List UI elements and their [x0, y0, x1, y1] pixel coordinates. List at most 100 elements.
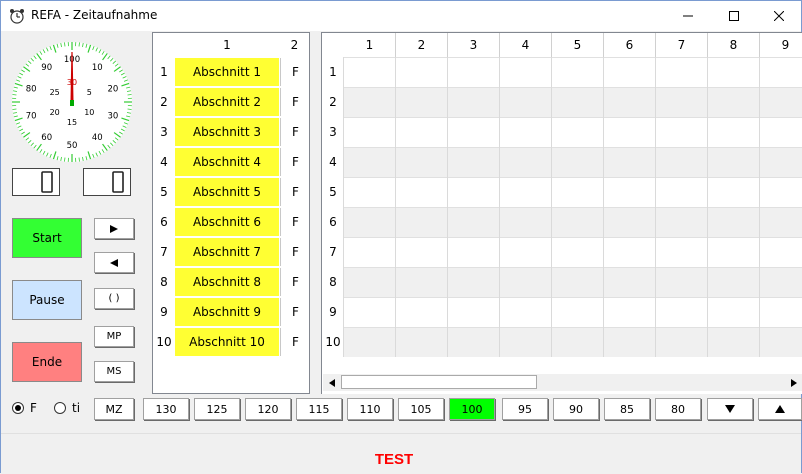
- time-grid-row[interactable]: [344, 237, 802, 267]
- pause-button[interactable]: Pause: [12, 280, 82, 320]
- dial-tick: [128, 94, 132, 95]
- f-cell[interactable]: F: [280, 88, 310, 116]
- up-button[interactable]: [758, 398, 802, 420]
- maximize-button[interactable]: [711, 1, 757, 31]
- section-label-cell[interactable]: Abschnitt 7: [175, 238, 279, 266]
- f-cell[interactable]: F: [280, 208, 310, 236]
- minutes-display: [12, 168, 60, 196]
- time-grid-row[interactable]: [344, 147, 802, 177]
- time-grid-row[interactable]: [344, 57, 802, 87]
- row-number: 9: [153, 298, 175, 326]
- time-grid-row[interactable]: [344, 267, 802, 297]
- rating-button-130[interactable]: 130: [143, 398, 189, 420]
- section-label-cell[interactable]: Abschnitt 10: [175, 328, 279, 356]
- time-grid: 12345678912345678910: [321, 32, 802, 394]
- end-button[interactable]: Ende: [12, 342, 82, 382]
- section-label-cell[interactable]: Abschnitt 2: [175, 88, 279, 116]
- dial-tick: [79, 42, 80, 46]
- dial-outer-label: 40: [92, 133, 103, 143]
- radio-f-label: F: [30, 401, 37, 415]
- row-number: 8: [153, 268, 175, 296]
- parens-button[interactable]: ( ): [94, 288, 134, 309]
- rating-button-95[interactable]: 95: [502, 398, 548, 420]
- section-label-cell[interactable]: Abschnitt 5: [175, 178, 279, 206]
- rating-button-100[interactable]: 100: [449, 398, 495, 420]
- time-column-header: 8: [708, 33, 760, 57]
- radio-ti-circle[interactable]: [54, 402, 66, 414]
- f-cell[interactable]: F: [280, 238, 310, 266]
- triangle-down-icon: [725, 405, 735, 413]
- f-cell[interactable]: F: [280, 328, 310, 356]
- f-cell[interactable]: F: [280, 268, 310, 296]
- time-grid-row[interactable]: [344, 117, 802, 147]
- grid-line: [655, 57, 656, 357]
- dial-inner-label: 20: [50, 108, 60, 117]
- radio-ti[interactable]: ti: [54, 401, 80, 415]
- f-cell[interactable]: F: [280, 298, 310, 326]
- section-label-cell[interactable]: Abschnitt 8: [175, 268, 279, 296]
- dial-inner-label: 25: [50, 88, 60, 97]
- f-cell[interactable]: F: [280, 58, 310, 86]
- triangle-up-icon: [775, 405, 785, 413]
- minimize-button[interactable]: [665, 1, 711, 31]
- sections-grid: 1 2 1Abschnitt 1F2Abschnitt 2F3Abschnitt…: [152, 32, 310, 394]
- status-bar: TEST: [1, 433, 801, 474]
- title-bar: REFA - Zeitaufnahme: [1, 1, 801, 31]
- rating-button-85[interactable]: 85: [604, 398, 650, 420]
- dial-outer-label: 90: [41, 63, 52, 73]
- f-cell[interactable]: F: [280, 118, 310, 146]
- stopwatch-dial: 10010203040506070809030510152025: [11, 41, 133, 163]
- grid-line: [499, 57, 500, 357]
- radio-f[interactable]: F: [12, 401, 37, 415]
- dial-outer-label: 50: [67, 141, 78, 151]
- grid-line: [343, 57, 344, 357]
- section-label-cell[interactable]: Abschnitt 4: [175, 148, 279, 176]
- section-label-cell[interactable]: Abschnitt 3: [175, 118, 279, 146]
- scroll-right-arrow[interactable]: [785, 374, 802, 391]
- forward-button[interactable]: [94, 218, 134, 239]
- start-button[interactable]: Start: [12, 218, 82, 258]
- section-label-cell[interactable]: Abschnitt 1: [175, 58, 279, 86]
- time-column-header: 7: [656, 33, 708, 57]
- time-grid-row[interactable]: [344, 177, 802, 207]
- ms-button[interactable]: MS: [94, 361, 134, 382]
- rating-button-80[interactable]: 80: [655, 398, 701, 420]
- time-grid-row[interactable]: [344, 87, 802, 117]
- mp-button[interactable]: MP: [94, 326, 134, 347]
- section-label-cell[interactable]: Abschnitt 9: [175, 298, 279, 326]
- scrollbar-thumb[interactable]: [341, 375, 537, 389]
- row-number: 7: [153, 238, 175, 266]
- time-column-header: 1: [344, 33, 396, 57]
- section-label-cell[interactable]: Abschnitt 6: [175, 208, 279, 236]
- row-number: 4: [153, 148, 175, 176]
- grid-line: [447, 57, 448, 357]
- row-number: 2: [153, 88, 175, 116]
- rating-button-105[interactable]: 105: [398, 398, 444, 420]
- f-cell[interactable]: F: [280, 178, 310, 206]
- time-grid-row[interactable]: [344, 297, 802, 327]
- close-button[interactable]: [756, 1, 802, 31]
- rating-button-110[interactable]: 110: [347, 398, 393, 420]
- rating-button-120[interactable]: 120: [245, 398, 291, 420]
- seven-segment-digit-right: [84, 169, 130, 195]
- dial-tick: [128, 109, 132, 110]
- dial-outer-label: 60: [41, 133, 52, 143]
- time-grid-row[interactable]: [344, 207, 802, 237]
- row-number: 2: [322, 87, 344, 117]
- f-cell[interactable]: F: [280, 148, 310, 176]
- horizontal-scrollbar[interactable]: [323, 374, 802, 391]
- rating-button-125[interactable]: 125: [194, 398, 240, 420]
- rating-button-90[interactable]: 90: [553, 398, 599, 420]
- radio-f-circle[interactable]: [12, 402, 24, 414]
- rating-button-115[interactable]: 115: [296, 398, 342, 420]
- time-column-header: 2: [396, 33, 448, 57]
- back-button[interactable]: [94, 252, 134, 273]
- time-grid-row[interactable]: [344, 327, 802, 357]
- scroll-left-arrow[interactable]: [323, 374, 340, 391]
- play-left-icon: [110, 259, 118, 267]
- seconds-display: [83, 168, 131, 196]
- row-number: 3: [153, 118, 175, 146]
- row-number: 10: [153, 328, 175, 356]
- down-button[interactable]: [707, 398, 753, 420]
- mz-button[interactable]: MZ: [94, 398, 134, 420]
